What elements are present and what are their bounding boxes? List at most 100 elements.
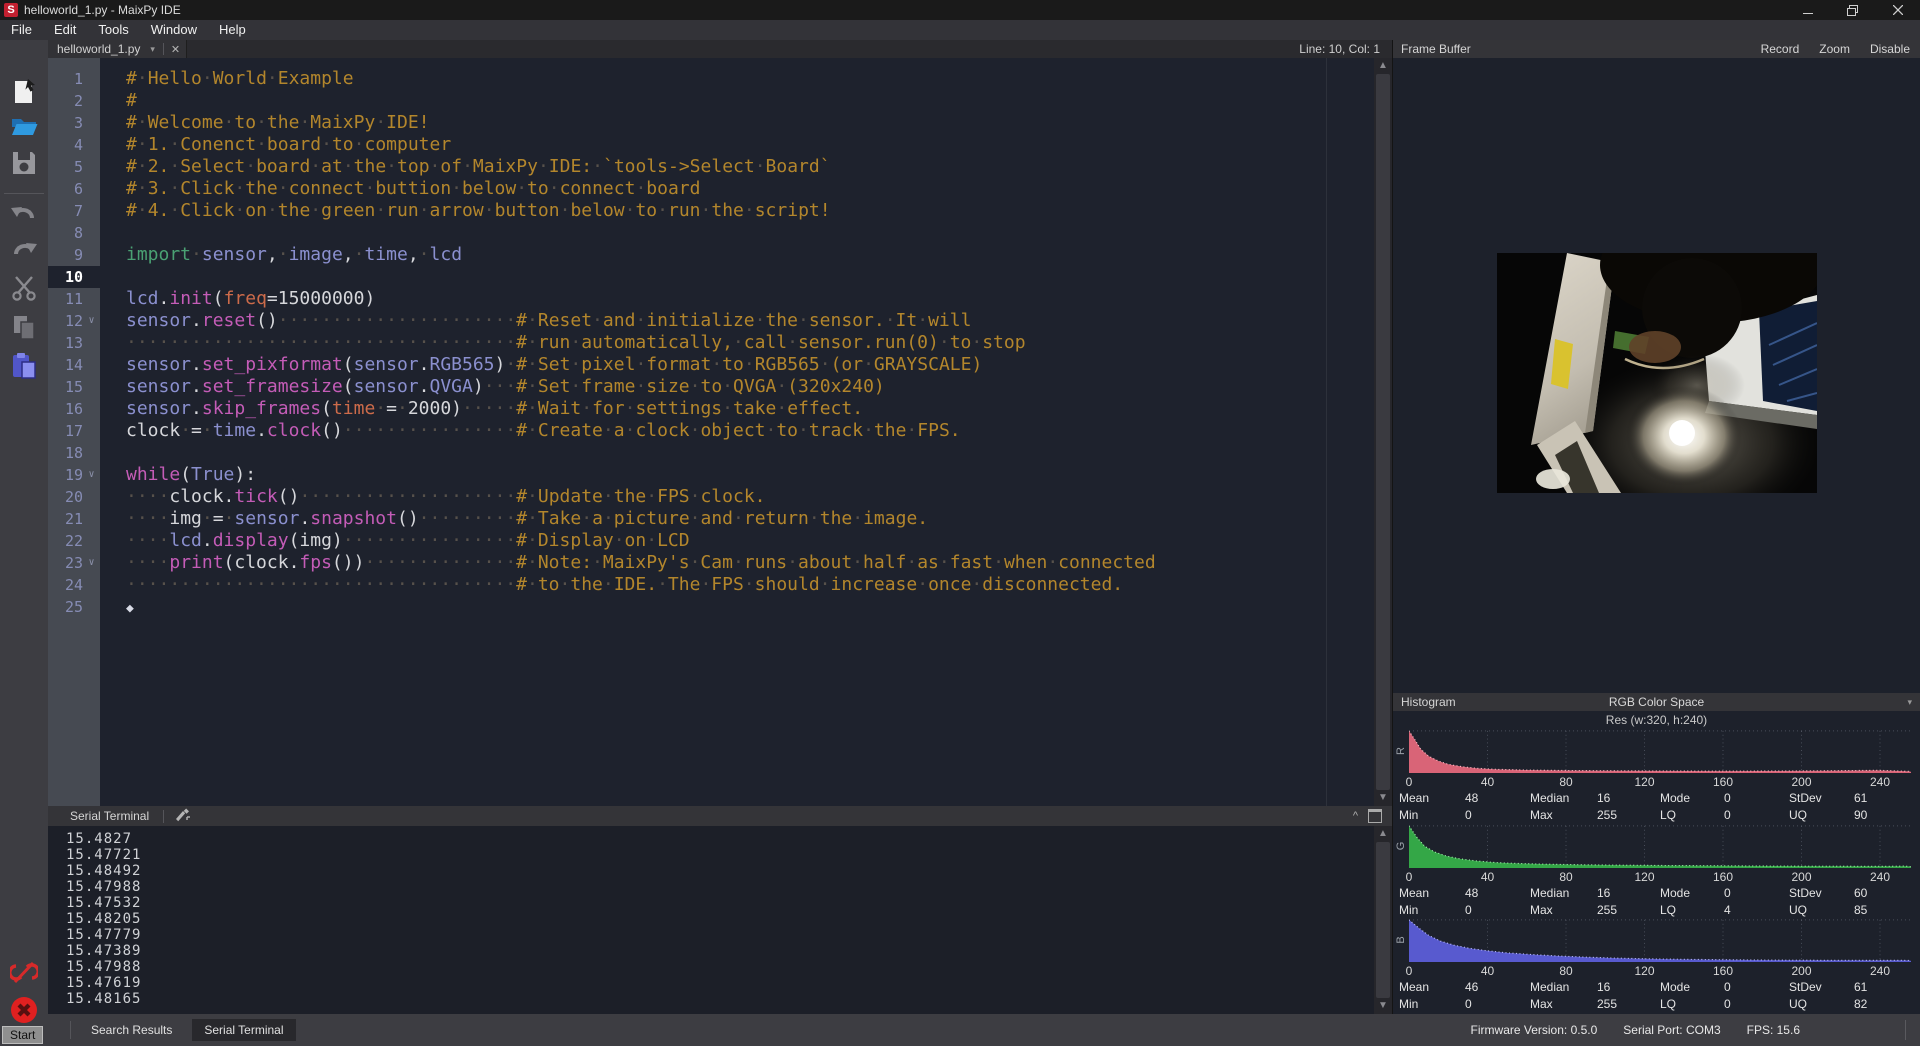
fold-spacer xyxy=(83,68,100,90)
bottom-tab-search-results[interactable]: Search Results xyxy=(79,1019,184,1041)
line-number: 6 xyxy=(48,178,83,200)
line-number: 17 xyxy=(48,420,83,442)
line-number: 19 xyxy=(48,464,83,486)
menu-bar: FileEditToolsWindowHelp xyxy=(0,20,1920,40)
terminal-line: 15.47779 xyxy=(48,927,1392,943)
menu-item-edit[interactable]: Edit xyxy=(43,20,87,40)
frame-buffer-title: Frame Buffer xyxy=(1393,42,1471,56)
frame-buffer-button-disable[interactable]: Disable xyxy=(1870,42,1910,56)
open-folder-icon[interactable] xyxy=(10,112,38,140)
code-line: 20····clock.tick()····················#·… xyxy=(48,486,1392,508)
code-text: lcd.init(freq=15000000) xyxy=(100,288,375,310)
colorspace-caret-icon[interactable]: ▾ xyxy=(1907,697,1920,708)
line-number: 12 xyxy=(48,310,83,332)
stat-label: Mode xyxy=(1660,886,1690,900)
save-icon[interactable] xyxy=(10,149,38,177)
code-line: 7#·4.·Click·on·the·green·run·arrow·butto… xyxy=(48,200,1392,222)
window-title: helloworld_1.py - MaixPy IDE xyxy=(24,3,181,17)
stat-value: 61 xyxy=(1854,791,1867,805)
terminal-scrollbar[interactable]: ▲ ▼ xyxy=(1374,826,1392,1014)
stat-value: 0 xyxy=(1724,997,1731,1011)
collapse-terminal-icon[interactable]: ^ xyxy=(1353,810,1358,822)
stat-value: 85 xyxy=(1854,903,1867,917)
code-line: 10 xyxy=(48,266,1392,288)
scrollbar-thumb[interactable] xyxy=(1376,842,1390,998)
colorspace-dropdown[interactable]: RGB Color Space xyxy=(1393,695,1920,709)
terminal-line: 15.47721 xyxy=(48,847,1392,863)
resolution-label: Res (w:320, h:240) xyxy=(1393,713,1920,727)
fold-marker-icon[interactable]: ∨ xyxy=(83,552,100,574)
new-file-icon[interactable] xyxy=(10,78,38,106)
scroll-up-icon[interactable]: ▲ xyxy=(1374,827,1392,841)
histogram-plot xyxy=(1409,729,1911,773)
line-number-cell: 3 xyxy=(48,112,100,134)
line-number-cell: 4 xyxy=(48,134,100,156)
stat-label: Median xyxy=(1530,791,1569,805)
stat-label: StDev xyxy=(1789,791,1822,805)
fold-spacer xyxy=(83,134,100,156)
frame-buffer-button-record[interactable]: Record xyxy=(1761,42,1800,56)
line-number-cell: 22 xyxy=(48,530,100,552)
editor-tab-bar: helloworld_1.py ▾ ✕ Line: 10, Col: 1 xyxy=(48,40,1392,58)
undo-icon[interactable] xyxy=(10,201,38,229)
terminal-line: 15.47619 xyxy=(48,975,1392,991)
fold-marker-icon[interactable]: ∨ xyxy=(83,310,100,332)
code-text: #·Hello·World·Example xyxy=(100,68,354,90)
cursor-position: Line: 10, Col: 1 xyxy=(1299,42,1392,56)
axis-tick: 160 xyxy=(1703,870,1743,884)
editor-scrollbar[interactable]: ▲ ▼ xyxy=(1374,58,1392,806)
code-text: ····lcd.display(img)················#·Di… xyxy=(100,530,690,552)
redo-icon[interactable] xyxy=(10,237,38,265)
code-line: 16sensor.skip_frames(time·=·2000)·····#·… xyxy=(48,398,1392,420)
disconnect-icon[interactable] xyxy=(10,958,38,986)
serial-terminal-output[interactable]: 15.482715.4772115.4849215.4798815.475321… xyxy=(48,826,1392,1014)
stat-label: Max xyxy=(1530,808,1553,822)
scroll-down-icon[interactable]: ▼ xyxy=(1374,999,1392,1013)
fold-spacer xyxy=(83,420,100,442)
axis-tick: 80 xyxy=(1546,870,1586,884)
cut-icon[interactable] xyxy=(10,273,38,301)
code-line: 15sensor.set_framesize(sensor.QVGA)···#·… xyxy=(48,376,1392,398)
axis-tick: 240 xyxy=(1860,775,1900,789)
stop-button[interactable] xyxy=(10,996,38,1024)
scroll-down-icon[interactable]: ▼ xyxy=(1374,791,1392,805)
clear-terminal-icon[interactable] xyxy=(174,808,192,824)
editor-tab[interactable]: helloworld_1.py ▾ ✕ xyxy=(48,40,187,58)
copy-icon[interactable] xyxy=(10,313,38,341)
frame-buffer-button-zoom[interactable]: Zoom xyxy=(1819,42,1850,56)
menu-item-tools[interactable]: Tools xyxy=(87,20,139,40)
axis-tick: 200 xyxy=(1782,775,1822,789)
code-line: 2# xyxy=(48,90,1392,112)
axis-tick: 40 xyxy=(1468,775,1508,789)
menu-item-file[interactable]: File xyxy=(0,20,43,40)
line-number: 15 xyxy=(48,376,83,398)
scrollbar-thumb[interactable] xyxy=(1376,74,1390,790)
stat-value: 255 xyxy=(1597,997,1617,1011)
line-number: 8 xyxy=(48,222,83,244)
code-editor[interactable]: 1#·Hello·World·Example2#3#·Welcome·to·th… xyxy=(48,58,1392,806)
code-line: 8 xyxy=(48,222,1392,244)
code-text: # xyxy=(100,90,137,112)
code-line: 23∨····print(clock.fps())··············#… xyxy=(48,552,1392,574)
restore-button[interactable] xyxy=(1830,0,1875,20)
fold-marker-icon[interactable]: ∨ xyxy=(83,464,100,486)
close-button[interactable] xyxy=(1875,0,1920,20)
scroll-up-icon[interactable]: ▲ xyxy=(1374,59,1392,73)
bottom-tab-serial-terminal[interactable]: Serial Terminal xyxy=(192,1019,295,1041)
channel-label: B xyxy=(1395,933,1407,947)
detach-panel-icon[interactable] xyxy=(1368,809,1382,823)
line-number-cell: 21 xyxy=(48,508,100,530)
axis-tick: 80 xyxy=(1546,775,1586,789)
code-line: 4#·1.·Conenct·board·to·computer xyxy=(48,134,1392,156)
line-number-cell: 6 xyxy=(48,178,100,200)
minimize-button[interactable] xyxy=(1785,0,1830,20)
line-number: 20 xyxy=(48,486,83,508)
menu-item-window[interactable]: Window xyxy=(140,20,208,40)
menu-item-help[interactable]: Help xyxy=(208,20,257,40)
fold-spacer xyxy=(83,332,100,354)
axis-tick: 160 xyxy=(1703,775,1743,789)
tab-dropdown-icon[interactable]: ▾ xyxy=(150,44,155,55)
tab-close-icon[interactable]: ✕ xyxy=(171,43,180,56)
channel-label: R xyxy=(1395,744,1407,758)
paste-icon[interactable] xyxy=(10,351,38,379)
